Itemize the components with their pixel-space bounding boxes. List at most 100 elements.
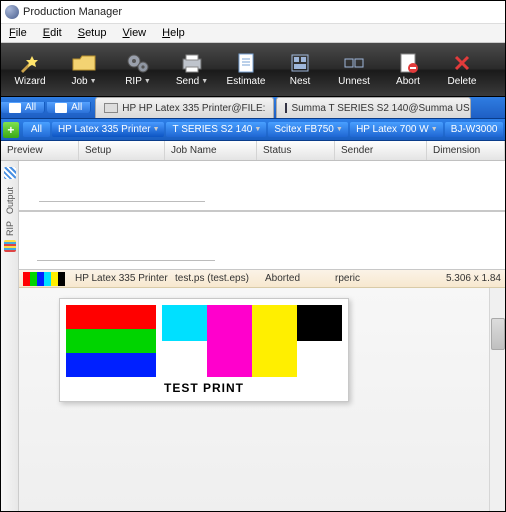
menu-file[interactable]: File: [1, 25, 35, 41]
printer-tab-all[interactable]: All: [23, 122, 50, 137]
printer-tab-latex335[interactable]: HP Latex 335 Printer ▼: [52, 122, 165, 137]
red-bar: [66, 305, 156, 329]
menu-help[interactable]: Help: [154, 25, 193, 41]
job-dimension: 5.306 x 1.84: [409, 273, 505, 284]
send-button[interactable]: Send ▼: [167, 46, 217, 94]
scrollbar[interactable]: [489, 288, 505, 511]
printer-tab-latex700[interactable]: HP Latex 700 W ▼: [350, 122, 443, 137]
folder-icon: [72, 52, 96, 74]
estimate-label: Estimate: [227, 76, 266, 87]
wizard-icon: [18, 52, 42, 74]
job-label: Job: [71, 76, 87, 87]
printer-tab-scitex[interactable]: Scitex FB750 ▼: [268, 122, 348, 137]
printer-tabstrip: + All HP Latex 335 Printer ▼ T SERIES S2…: [1, 119, 505, 141]
job-row[interactable]: HP Latex 335 Printer test.ps (test.eps) …: [19, 270, 505, 288]
upper-queue-panel: [19, 161, 505, 211]
body-area: Output: [1, 161, 505, 511]
left-rail: Output: [1, 161, 19, 511]
titlebar: Production Manager: [1, 1, 505, 23]
cutter-small-icon: [285, 103, 287, 113]
test-print-graphic: [66, 305, 342, 377]
black-cell: [297, 305, 342, 341]
dropdown-icon: ▼: [201, 78, 208, 85]
unnest-label: Unnest: [338, 76, 370, 87]
device-tab-all-2[interactable]: All: [47, 102, 91, 113]
job-sender: rperic: [331, 273, 409, 284]
device-tab-all-1[interactable]: All: [1, 102, 45, 113]
col-setup[interactable]: Setup: [79, 141, 165, 160]
scrollbar-thumb[interactable]: [491, 318, 505, 350]
rip-button[interactable]: RIP ▼: [113, 46, 163, 94]
test-print-label: TEST PRINT: [66, 381, 342, 395]
job-name: test.ps (test.eps): [171, 273, 261, 284]
cmyk-grid: [162, 305, 342, 377]
printer-tab-tseries[interactable]: T SERIES S2 140 ▼: [166, 122, 266, 137]
menu-view[interactable]: View: [114, 25, 154, 41]
job-setup: HP Latex 335 Printer: [71, 273, 171, 284]
job-thumbnail: [23, 272, 65, 286]
main-toolbar: Wizard Job ▼ RIP ▼ Send ▼ Estimate: [1, 43, 505, 97]
yellow-cell: [252, 305, 297, 341]
divider: [39, 201, 205, 202]
magenta-cell: [207, 305, 252, 341]
delete-label: Delete: [448, 76, 477, 87]
white2-cell: [297, 341, 342, 377]
menu-setup[interactable]: Setup: [70, 25, 115, 41]
preview-card[interactable]: TEST PRINT: [59, 298, 349, 402]
white-cell: [162, 341, 207, 377]
col-preview[interactable]: Preview: [1, 141, 79, 160]
main-column: HP Latex 335 Printer test.ps (test.eps) …: [19, 161, 505, 511]
rgb-bars: [66, 305, 156, 377]
wizard-label: Wizard: [14, 76, 45, 87]
job-status: Aborted: [261, 273, 331, 284]
add-printer-button[interactable]: +: [3, 122, 19, 138]
abort-icon: [396, 52, 420, 74]
delete-icon: [450, 52, 474, 74]
rail-icon[interactable]: [4, 167, 16, 179]
cyan-cell: [162, 305, 207, 341]
unnest-button[interactable]: Unnest: [329, 46, 379, 94]
printer-icon: [180, 52, 204, 74]
green-bar: [66, 329, 156, 353]
rail-rip-tab[interactable]: RIP: [5, 221, 15, 236]
middle-queue-panel: [19, 212, 505, 270]
nest-icon: [288, 52, 312, 74]
yellow2-cell: [252, 341, 297, 377]
divider: [37, 260, 215, 261]
window-title: Production Manager: [23, 6, 122, 18]
rail-colorbars-icon[interactable]: [4, 240, 16, 252]
gears-icon: [126, 52, 150, 74]
blue-bar: [66, 353, 156, 377]
dropdown-icon: ▼: [144, 78, 151, 85]
magenta2-cell: [207, 341, 252, 377]
document-icon: [234, 52, 258, 74]
abort-label: Abort: [396, 76, 420, 87]
device-tab-hp[interactable]: HP HP Latex 335 Printer@FILE:: [95, 97, 274, 118]
send-label: Send: [176, 76, 199, 87]
printer-small-icon: [104, 103, 118, 113]
estimate-button[interactable]: Estimate: [221, 46, 271, 94]
col-status[interactable]: Status: [257, 141, 335, 160]
rail-output-tab[interactable]: Output: [4, 185, 16, 216]
device-tab-summa[interactable]: Summa T SERIES S2 140@Summa USB: [276, 97, 471, 118]
dropdown-icon: ▼: [90, 78, 97, 85]
preview-area: TEST PRINT: [19, 288, 505, 511]
col-dimension[interactable]: Dimension: [427, 141, 505, 160]
nest-label: Nest: [290, 76, 311, 87]
wizard-button[interactable]: Wizard: [5, 46, 55, 94]
app-window: Production Manager File Edit Setup View …: [0, 0, 506, 512]
nest-button[interactable]: Nest: [275, 46, 325, 94]
device-tabstrip: All All HP HP Latex 335 Printer@FILE: Su…: [1, 97, 505, 119]
job-button[interactable]: Job ▼: [59, 46, 109, 94]
rip-label: RIP: [125, 76, 142, 87]
unnest-icon: [342, 52, 366, 74]
job-table-header: Preview Setup Job Name Status Sender Dim…: [1, 141, 505, 161]
app-icon: [5, 5, 19, 19]
col-jobname[interactable]: Job Name: [165, 141, 257, 160]
menubar: File Edit Setup View Help: [1, 23, 505, 43]
col-sender[interactable]: Sender: [335, 141, 427, 160]
abort-button[interactable]: Abort: [383, 46, 433, 94]
printer-tab-bjw3000[interactable]: BJ-W3000: [445, 122, 503, 137]
menu-edit[interactable]: Edit: [35, 25, 70, 41]
delete-button[interactable]: Delete: [437, 46, 487, 94]
